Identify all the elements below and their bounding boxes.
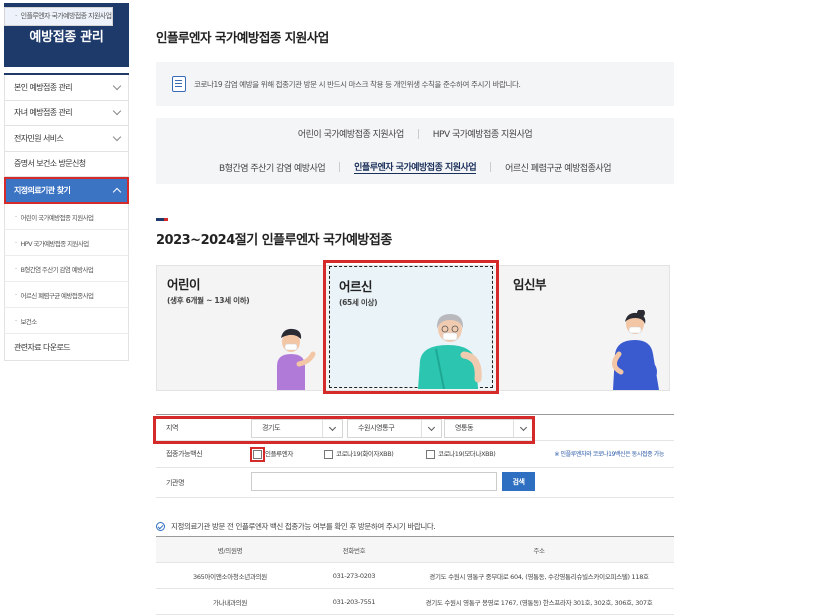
covid-pfizer-checkbox[interactable] (324, 450, 333, 459)
tab-row: 어린이 국가예방접종 지원사업 HPV 국가예방접종 지원사업 (156, 127, 674, 140)
page-title: 인플루엔자 국가예방접종 지원사업 (156, 30, 329, 45)
tab-row: B형간염 주산기 감염 예방사업 인플루엔자 국가예방접종 지원사업 어르신 폐… (156, 160, 674, 174)
tab-influenza[interactable]: 인플루엔자 국가예방접종 지원사업 (354, 160, 477, 174)
info-message: 지정의료기관 방문 전 인플루엔자 백신 접종가능 여부를 확인 후 방문하여 … (156, 521, 436, 532)
divider (339, 162, 341, 172)
column-header: 주소 (533, 546, 545, 555)
section-title: 2023~2024절기 인플루엔자 국가예방접종 (156, 233, 392, 248)
card-elderly[interactable]: 어르신 (65세 이상) (329, 266, 493, 389)
sidebar-item-find-clinic[interactable]: 지정의료기관 찾기 (4, 177, 129, 204)
card-elderly-highlight[interactable]: 어르신 (65세 이상) (323, 260, 499, 394)
column-header: 병/의원명 (217, 546, 243, 555)
page: 예방접종 관리 본인 예방접종 관리 자녀 예방접종 관리 전자민원 서비스 증… (0, 0, 840, 615)
covid-moderna-checkbox[interactable] (426, 450, 435, 459)
program-tabs: 어린이 국가예방접종 지원사업 HPV 국가예방접종 지원사업 B형간염 주산기… (156, 118, 674, 184)
vaccine-label: 접종가능백신 (166, 450, 203, 458)
card-label: 어르신 (339, 279, 373, 294)
sidebar-subitem-hpv[interactable]: HPV 국가예방접종 지원사업 (4, 230, 129, 256)
sidebar-subitem-health-center[interactable]: 보건소 (4, 308, 129, 334)
sidebar-subitem-child[interactable]: 어린이 국가예방접종 지원사업 (4, 204, 129, 230)
card-children[interactable]: 어린이 (생후 6개월 ~ 13세 이하) (157, 266, 325, 390)
chevron-down-icon (112, 107, 122, 116)
region-row: 지역 경기도 수원시영통구 영통동 (153, 414, 674, 444)
sidebar-item-label: 증명서 보건소 방문신청 (14, 159, 86, 169)
child-illustration (277, 328, 316, 390)
sidebar-item-label: 본인 예방접종 관리 (14, 82, 73, 92)
org-row: 기관명 검색 (156, 468, 674, 498)
sidebar-item-certificate-visit[interactable]: 증명서 보건소 방문신청 (4, 151, 129, 177)
notice-box: 코로나19 감염 예방을 위해 접종기관 방문 시 반드시 마스크 착용 등 개… (156, 62, 674, 106)
info-text: 지정의료기관 방문 전 인플루엔자 백신 접종가능 여부를 확인 후 방문하여 … (171, 522, 436, 531)
sidebar-item-e-civil-service[interactable]: 전자민원 서비스 (4, 126, 129, 152)
card-sub: (생후 6개월 ~ 13세 이하) (167, 296, 250, 305)
notice-text: 코로나19 감염 예방을 위해 접종기관 방문 시 반드시 마스크 착용 등 개… (194, 79, 521, 89)
influenza-checkbox[interactable] (250, 447, 265, 462)
search-button[interactable]: 검색 (502, 472, 535, 491)
divider (490, 162, 492, 172)
chevron-down-icon (112, 132, 122, 141)
table-row[interactable]: 가나내과의원 031-203-7551 경기도 수원시 영통구 봉영로 1767… (156, 589, 674, 615)
chevron-up-icon (112, 187, 122, 196)
card-pregnant[interactable]: 임신부 (501, 266, 669, 390)
sidebar-item-label: 자녀 예방접종 관리 (14, 108, 73, 118)
covid-pfizer-checkbox-label: 코로나19(화이자XBB) (336, 450, 394, 458)
sidebar-item-label: 관련자료 다운로드 (14, 342, 71, 352)
card-sub: (65세 이상) (339, 298, 378, 307)
sidebar-item-child-vaccination[interactable]: 자녀 예방접종 관리 (4, 100, 129, 126)
sidebar-item-downloads[interactable]: 관련자료 다운로드 (4, 334, 129, 361)
check-circle-icon (156, 522, 165, 531)
vaccine-note: ※ 인플루엔자와 코로나19백신은 동시접종 가능 (554, 451, 664, 458)
column-header: 전화번호 (342, 546, 366, 555)
sidebar-menu: 본인 예방접종 관리 자녀 예방접종 관리 전자민원 서비스 증명서 보건소 방… (4, 7, 129, 361)
clinic-name: 가나내과의원 (212, 598, 248, 607)
card-label: 어린이 (167, 277, 201, 292)
table-header: 병/의원명 전화번호 주소 (156, 537, 674, 563)
vaccine-row: 접종가능백신 인플루엔자 코로나19(화이자XBB) 코로나19(모더나XBB)… (156, 441, 674, 468)
document-icon (172, 76, 186, 92)
clinic-table: 병/의원명 전화번호 주소 365아이앤소아청소년과의원 031-273-020… (156, 536, 674, 615)
clinic-phone: 031-273-0203 (332, 571, 376, 580)
tab-pneumococcal[interactable]: 어르신 폐렴구균 예방접종사업 (505, 161, 611, 174)
influenza-checkbox-label: 인플루엔자 (265, 450, 293, 458)
search-filter: 지역 경기도 수원시영통구 영통동 접종가능백신 인플루엔자 코로나19(화이자… (153, 414, 674, 498)
sidebar-subitem-influenza[interactable]: 인플루엔자 국가예방접종 지원사업 (4, 7, 113, 26)
section-marker (156, 218, 168, 221)
org-name-input[interactable] (251, 472, 497, 491)
divider (417, 128, 419, 139)
sidebar-item-label: 지정의료기관 찾기 (14, 185, 71, 195)
tab-hpv[interactable]: HPV 국가예방접종 지원사업 (433, 127, 533, 140)
org-label: 기관명 (166, 479, 185, 487)
covid-moderna-checkbox-label: 코로나19(모더나XBB) (438, 450, 496, 458)
tab-hepatitis-b[interactable]: B형간염 주산기 감염 예방사업 (219, 161, 326, 174)
sidebar-item-my-vaccination[interactable]: 본인 예방접종 관리 (4, 75, 129, 101)
table-row[interactable]: 365아이앤소아청소년과의원 031-273-0203 경기도 수원시 영통구 … (156, 563, 674, 589)
sidebar-subitem-pneumococcal[interactable]: 어르신 폐렴구균 예방접종사업 (4, 282, 129, 308)
clinic-name: 365아이앤소아청소년과의원 (193, 572, 267, 581)
chevron-down-icon (112, 81, 122, 90)
sidebar: 예방접종 관리 본인 예방접종 관리 자녀 예방접종 관리 전자민원 서비스 증… (4, 3, 129, 361)
pregnant-woman-illustration (612, 310, 659, 390)
tab-child[interactable]: 어린이 국가예방접종 지원사업 (298, 127, 404, 140)
clinic-address: 경기도 수원시 영통구 중부대로 604, (영통동, 수강영통리슈빌스카이오피… (429, 572, 649, 581)
card-label: 임신부 (513, 277, 547, 292)
sidebar-subitem-hepatitis-b[interactable]: B형간염 주산기 감염 예방사업 (4, 256, 129, 282)
sidebar-item-label: 전자민원 서비스 (14, 133, 64, 143)
clinic-address: 경기도 수원시 영통구 봉영로 1767, (영통동) 한스프라자 301호, … (425, 598, 653, 607)
region-highlight (153, 416, 535, 444)
elderly-illustration (418, 314, 482, 389)
clinic-phone: 031-203-7551 (332, 597, 376, 606)
